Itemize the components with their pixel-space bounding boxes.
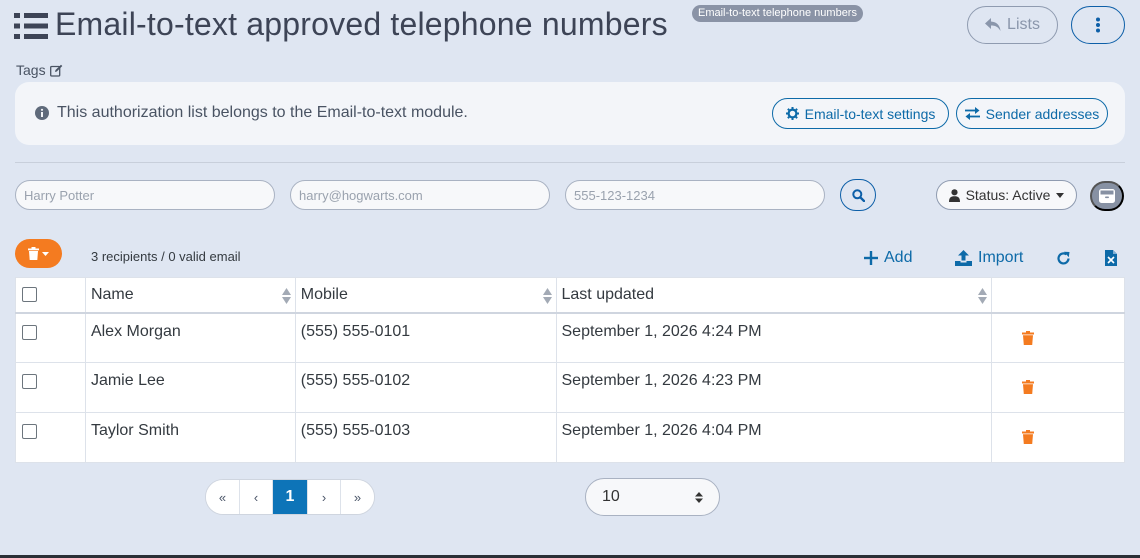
previous-page-button[interactable]: ‹ [240,480,273,514]
recipient-count: 3 recipients / 0 valid email [91,249,241,264]
row-checkbox[interactable] [22,374,37,389]
email-to-text-settings-button[interactable]: Email-to-text settings [772,98,949,129]
name-column-label: Name [90,285,134,303]
name-column-header[interactable]: Name [84,277,296,314]
info-panel: This authorization list belongs to the E… [15,82,1125,145]
actions-cell [991,312,1125,363]
archive-toggle-button[interactable] [1090,181,1124,211]
bulk-delete-dropdown[interactable] [15,239,62,268]
sort-icon [542,288,552,304]
caret-down-icon [42,251,49,256]
phone-filter-input[interactable] [565,180,825,210]
page-size-value: 10 [602,488,620,505]
trash-icon[interactable] [1022,430,1035,444]
lists-button[interactable]: Lists [967,6,1058,44]
exchange-arrows-icon [964,107,980,120]
section-divider [15,162,1125,163]
import-button-label: Import [978,249,1024,266]
mobile-column-label: Mobile [300,285,348,303]
search-icon [851,188,865,202]
last-updated-cell: September 1, 2026 4:04 PM [555,412,993,463]
info-message: This authorization list belongs to the E… [35,104,468,122]
name-cell[interactable]: Alex Morgan [84,312,296,363]
select-arrows-icon [695,491,703,503]
sender-addresses-button[interactable]: Sender addresses [956,98,1108,129]
add-button[interactable]: Add [864,247,912,269]
next-page-button[interactable]: › [308,480,341,514]
recipients-table: Name Mobile Last updated Alex Morgan (55… [15,277,1125,463]
tags-link[interactable]: Tags [16,62,63,78]
select-all-checkbox[interactable] [22,287,37,303]
sort-icon [978,288,988,304]
table-row: Taylor Smith (555) 555-0103 September 1,… [15,412,1125,463]
current-page-button[interactable]: 1 [273,480,308,514]
trash-icon[interactable] [1022,380,1035,394]
page-header: Email-to-text approved telephone numbers… [14,4,1126,50]
table-header-row: Name Mobile Last updated [15,277,1125,314]
page-title: Email-to-text approved telephone numbers [55,6,668,42]
plus-icon [864,251,878,265]
name-cell[interactable]: Taylor Smith [84,412,296,463]
trash-icon[interactable] [1022,330,1035,345]
actions-column-header [991,277,1125,314]
refresh-button[interactable] [1056,247,1071,269]
add-button-label: Add [884,249,913,266]
table-row: Alex Morgan (555) 555-0101 September 1, … [15,312,1125,363]
export-excel-button[interactable] [1105,247,1117,269]
refresh-icon [1057,251,1070,264]
status-dropdown[interactable]: Status: Active [936,180,1077,210]
list-icon [14,13,48,39]
last-updated-column-header[interactable]: Last updated [555,277,993,314]
last-updated-cell: September 1, 2026 4:23 PM [555,362,993,413]
senders-button-label: Sender addresses [985,105,1100,122]
select-all-cell [15,277,86,314]
user-icon [948,188,960,202]
last-updated-cell: September 1, 2026 4:24 PM [555,312,993,363]
info-circle-icon [35,106,49,120]
info-message-text: This authorization list belongs to the E… [57,104,468,121]
edit-icon [49,64,62,77]
lists-button-label: Lists [1007,16,1040,33]
name-cell[interactable]: Jamie Lee [84,362,296,413]
excel-file-icon [1105,250,1117,266]
table-row: Jamie Lee (555) 555-0102 September 1, 20… [15,362,1125,413]
module-badge: Email-to-text telephone numbers [692,5,863,22]
caret-down-icon [1056,192,1065,198]
gear-icon [785,107,799,120]
row-checkbox[interactable] [22,324,37,340]
page-size-select[interactable]: 10 [585,478,720,516]
status-dropdown-label: Status: Active [965,187,1051,203]
more-options-button[interactable] [1071,6,1125,44]
row-select-cell [15,412,86,463]
tags-label: Tags [16,62,46,78]
actions-cell [991,412,1125,463]
row-select-cell [15,312,86,363]
settings-button-label: Email-to-text settings [804,105,936,122]
last-updated-column-label: Last updated [561,285,655,303]
last-page-button[interactable]: » [341,480,374,514]
reply-icon [985,18,1001,31]
archive-icon [1099,189,1115,203]
mobile-cell: (555) 555-0101 [294,312,557,363]
vertical-ellipsis-icon [1096,17,1100,33]
import-button[interactable]: Import [955,247,1023,269]
trash-icon [28,247,39,260]
upload-icon [955,250,972,266]
mobile-cell: (555) 555-0103 [294,412,557,463]
actions-cell [991,362,1125,413]
mobile-column-header[interactable]: Mobile [294,277,557,314]
first-page-button[interactable]: « [206,480,240,514]
sort-icon [281,288,291,304]
row-checkbox[interactable] [22,424,37,439]
email-filter-input[interactable] [290,180,550,210]
search-button[interactable] [840,179,876,211]
name-filter-input[interactable] [15,180,275,210]
mobile-cell: (555) 555-0102 [294,362,557,413]
pagination: « ‹ 1 › » [205,479,375,515]
row-select-cell [15,362,86,413]
